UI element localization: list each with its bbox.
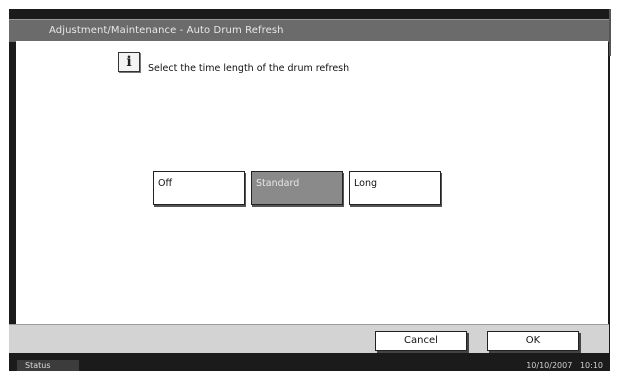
page-title: Adjustment/Maintenance - Auto Drum Refre… — [49, 25, 284, 36]
status-button[interactable]: Status — [17, 360, 79, 371]
content-area: i Select the time length of the drum ref… — [16, 41, 608, 324]
ok-button[interactable]: OK — [487, 331, 579, 351]
right-edge — [610, 9, 619, 371]
bottom-bar: Cancel OK — [9, 324, 609, 353]
option-long-button[interactable]: Long — [349, 171, 441, 205]
status-bar: Status 10/10/2007 10:10 — [9, 358, 609, 371]
option-off-button[interactable]: Off — [153, 171, 245, 205]
right-strip — [609, 9, 611, 56]
info-icon: i — [118, 52, 140, 72]
option-standard-button[interactable]: Standard — [251, 171, 343, 205]
info-message: Select the time length of the drum refre… — [148, 63, 350, 74]
date-time-display: 10/10/2007 10:10 — [526, 360, 603, 371]
cancel-button[interactable]: Cancel — [375, 331, 467, 351]
time-text: 10:10 — [579, 361, 603, 370]
date-text: 10/10/2007 — [526, 361, 573, 370]
title-bar: Adjustment/Maintenance - Auto Drum Refre… — [9, 19, 609, 42]
